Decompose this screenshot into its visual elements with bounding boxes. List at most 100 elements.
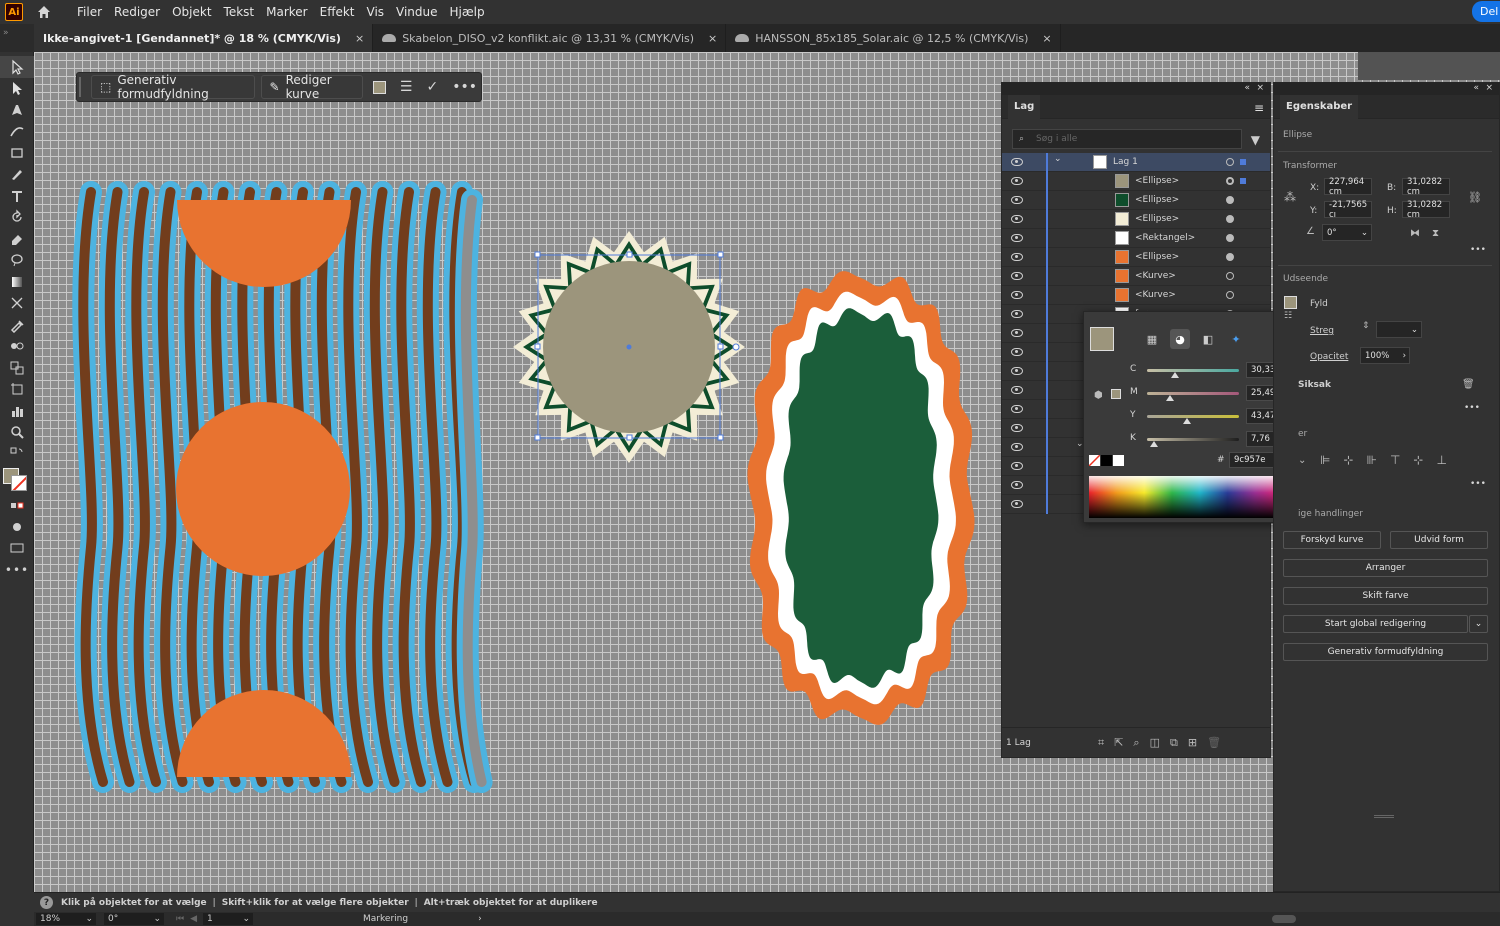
- menu-item-4[interactable]: Marker: [260, 5, 313, 19]
- more-options-icon[interactable]: •••: [1464, 403, 1480, 413]
- help-icon[interactable]: ?: [40, 896, 53, 909]
- out-of-gamut-icon[interactable]: ⬢: [1094, 390, 1103, 401]
- pen-tool-icon[interactable]: [0, 99, 34, 121]
- visibility-icon[interactable]: [1011, 367, 1023, 375]
- slider-handle[interactable]: [1182, 418, 1191, 424]
- visibility-icon[interactable]: [1011, 424, 1023, 432]
- color-spectrum[interactable]: [1089, 476, 1283, 518]
- align-top-icon[interactable]: ⊤: [1390, 453, 1400, 467]
- target-icon[interactable]: [1226, 253, 1234, 261]
- visibility-icon[interactable]: [1011, 329, 1023, 337]
- width-field[interactable]: 31,0282 cm: [1402, 177, 1450, 197]
- visibility-icon[interactable]: [1011, 158, 1023, 166]
- none-swatch[interactable]: [1089, 455, 1100, 466]
- flip-horizontal-icon[interactable]: ⧓: [1410, 228, 1420, 239]
- collapse-icon[interactable]: «: [1473, 83, 1479, 93]
- collapse-toolbar-icon[interactable]: »: [0, 24, 34, 52]
- generative-fill-button[interactable]: Generativ formudfyldning: [1283, 643, 1488, 661]
- layer-row-main[interactable]: ⌄ Lag 1: [1002, 153, 1270, 172]
- export-icon[interactable]: ⇱: [1114, 736, 1123, 750]
- opacity-label[interactable]: Opacitet: [1310, 352, 1348, 362]
- height-field[interactable]: 31,0282 cm: [1402, 200, 1450, 220]
- target-icon[interactable]: [1226, 291, 1234, 299]
- chevron-down-icon[interactable]: ⌄: [153, 914, 161, 924]
- brush-tool-icon[interactable]: [0, 164, 34, 186]
- gamut-swatch[interactable]: [1111, 389, 1121, 399]
- menu-item-5[interactable]: Effekt: [314, 5, 361, 19]
- selection-indicator[interactable]: [1240, 159, 1246, 165]
- expand-chevron-icon[interactable]: ⌄: [1054, 154, 1062, 164]
- constrain-proportions-icon[interactable]: ⛓: [1468, 191, 1482, 204]
- align-center-icon[interactable]: ⊹: [1343, 453, 1353, 467]
- offset-path-button[interactable]: Forskyd kurve: [1283, 531, 1381, 549]
- visibility-icon[interactable]: [1011, 500, 1023, 508]
- delete-effect-icon[interactable]: 🗑: [1462, 379, 1475, 390]
- first-artboard-icon[interactable]: ⏮: [176, 914, 184, 924]
- curvature-tool-icon[interactable]: [0, 121, 34, 143]
- fill-stroke-swatches[interactable]: [0, 465, 34, 495]
- close-icon[interactable]: ×: [1256, 83, 1264, 93]
- menu-item-6[interactable]: Vis: [361, 5, 391, 19]
- blend-tool-icon[interactable]: [0, 336, 34, 358]
- target-icon[interactable]: [1226, 215, 1234, 223]
- visibility-icon[interactable]: [1011, 310, 1023, 318]
- status-mode[interactable]: Markering: [363, 914, 408, 924]
- rotation-view-field[interactable]: 0° ⌄: [104, 913, 164, 925]
- close-icon[interactable]: ×: [355, 32, 364, 45]
- chevron-down-icon[interactable]: ⌄: [1298, 455, 1306, 466]
- layer-row[interactable]: <Ellipse>: [1002, 248, 1270, 267]
- orange-circle[interactable]: [176, 402, 350, 576]
- layer-row[interactable]: <Ellipse>: [1002, 191, 1270, 210]
- visibility-icon[interactable]: [1011, 272, 1023, 280]
- channel-slider[interactable]: [1147, 369, 1239, 372]
- drag-handle[interactable]: [79, 77, 81, 97]
- collect-export-icon[interactable]: ⌗: [1098, 736, 1104, 750]
- zoom-field[interactable]: 18% ⌄: [36, 913, 96, 925]
- rotate-tool-icon[interactable]: [0, 207, 34, 229]
- rotation-field[interactable]: 0° ⌄: [1322, 224, 1372, 241]
- visibility-icon[interactable]: [1011, 462, 1023, 470]
- black-swatch[interactable]: [1101, 455, 1112, 466]
- locate-object-icon[interactable]: ⌕: [1133, 736, 1139, 750]
- visibility-icon[interactable]: [1011, 196, 1023, 204]
- close-icon[interactable]: ×: [1042, 32, 1051, 45]
- slider-handle[interactable]: [1170, 372, 1179, 378]
- target-icon[interactable]: [1226, 272, 1234, 280]
- new-sublayer-icon[interactable]: ⧉: [1170, 736, 1178, 750]
- layer-row[interactable]: <Rektangel>: [1002, 229, 1270, 248]
- tab-document-1[interactable]: Ikke-angivet-1 [Gendannet]* @ 18 % (CMYK…: [34, 24, 374, 52]
- opacity-field[interactable]: 100% ›: [1360, 347, 1410, 364]
- arrange-button[interactable]: Arranger: [1283, 559, 1488, 577]
- eraser-tool-icon[interactable]: [0, 228, 34, 250]
- expand-shape-button[interactable]: Udvid form: [1390, 531, 1488, 549]
- clipping-mask-icon[interactable]: ◫: [1150, 736, 1160, 750]
- resize-grip-icon[interactable]: [1374, 815, 1394, 818]
- swatches-icon[interactable]: ▦: [1142, 329, 1162, 349]
- white-swatch[interactable]: [1113, 455, 1124, 466]
- x-field[interactable]: 227,964 cm: [1324, 177, 1372, 197]
- delete-icon[interactable]: 🗑: [1207, 736, 1221, 750]
- stroke-weight-field[interactable]: ⌄: [1376, 321, 1422, 338]
- visibility-icon[interactable]: [1011, 253, 1023, 261]
- more-options-icon[interactable]: •••: [1470, 245, 1486, 255]
- more-options-icon[interactable]: •••: [1470, 479, 1486, 489]
- visibility-icon[interactable]: [1011, 234, 1023, 242]
- visibility-icon[interactable]: [1011, 386, 1023, 394]
- tab-properties[interactable]: Egenskaber: [1280, 94, 1359, 119]
- visibility-icon[interactable]: [1011, 177, 1023, 185]
- align-menu-icon[interactable]: ☰: [396, 79, 417, 95]
- stroke-stepper[interactable]: ⇕: [1362, 321, 1370, 331]
- align-left-icon[interactable]: ⊫: [1320, 453, 1330, 467]
- generative-fill-button[interactable]: ⬚ Generativ formudfyldning: [91, 73, 255, 101]
- chevron-down-icon[interactable]: ⌄: [85, 914, 93, 924]
- channel-slider[interactable]: [1147, 438, 1239, 441]
- layers-search-input[interactable]: ⌕ Søg i alle: [1012, 129, 1242, 149]
- new-layer-icon[interactable]: ⊞: [1188, 736, 1197, 750]
- target-icon[interactable]: [1226, 196, 1234, 204]
- recolor-icon[interactable]: ✓: [422, 79, 442, 95]
- color-theme-icon[interactable]: ✦: [1226, 329, 1246, 349]
- reference-point-icon[interactable]: ⁂: [1284, 190, 1296, 204]
- visibility-icon[interactable]: [1011, 443, 1023, 451]
- chevron-down-icon[interactable]: ⌄: [1411, 325, 1418, 335]
- layer-row[interactable]: <Kurve>: [1002, 286, 1270, 305]
